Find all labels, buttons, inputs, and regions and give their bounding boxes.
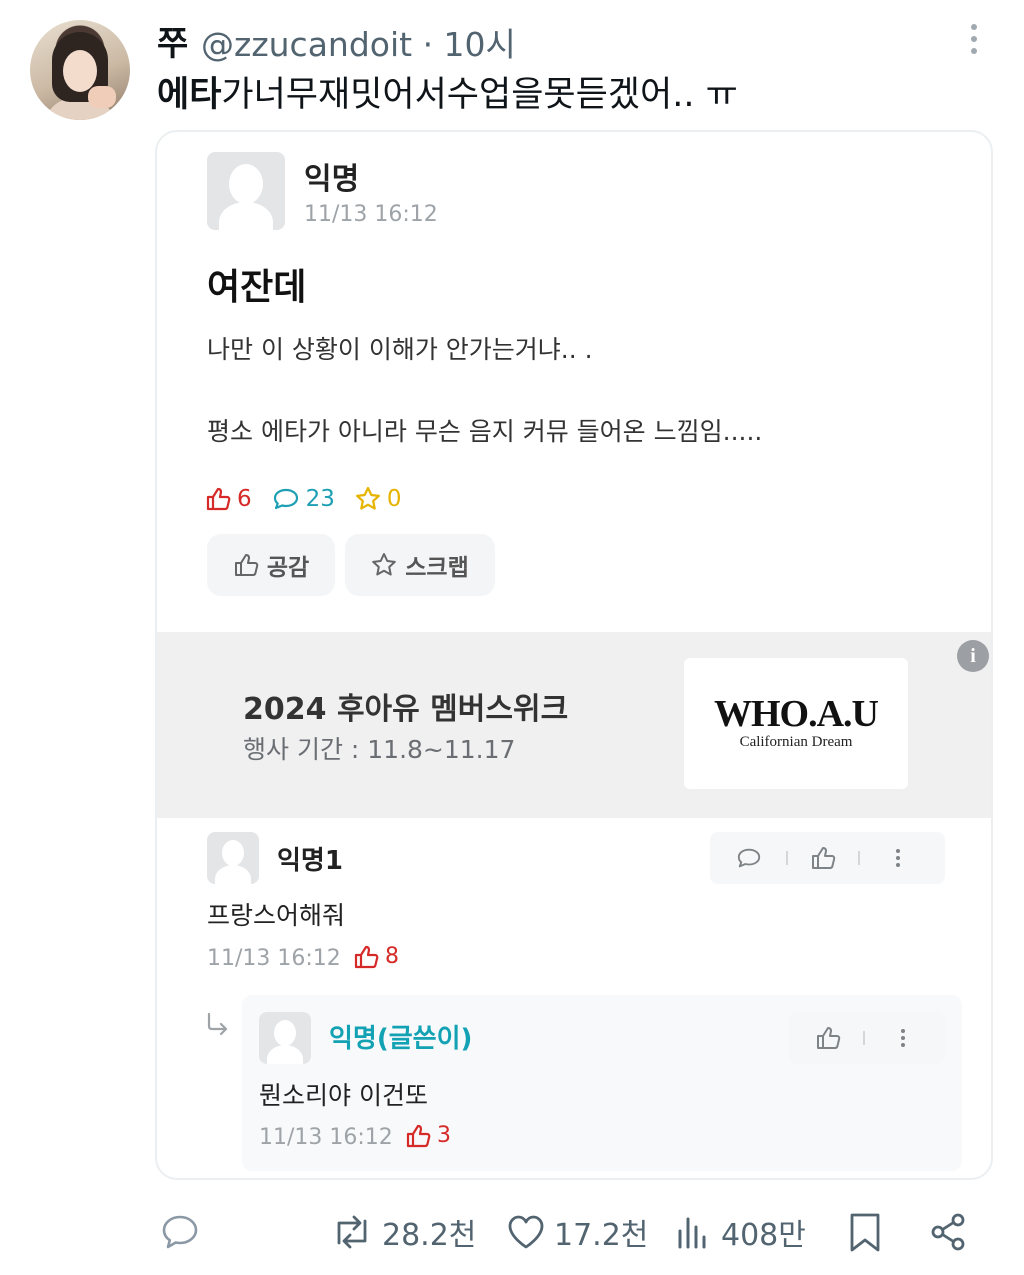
comment-avatar <box>207 832 259 884</box>
star-icon <box>372 553 397 576</box>
post-time: 11/13 16:12 <box>304 202 438 227</box>
reply-body: 뭔소리야 이건또 <box>259 1081 428 1110</box>
bookmark-icon <box>850 1213 880 1252</box>
thumbs-up-icon <box>234 554 259 576</box>
ad-logo-main: WHO.A.U <box>714 693 879 735</box>
handle-and-time[interactable]: @zzucandoit · 10시 <box>201 18 516 66</box>
like-reply-icon[interactable] <box>815 1026 841 1050</box>
heart-icon <box>508 1215 544 1249</box>
reply-time: 11/13 16:12 <box>259 1125 393 1150</box>
ad-banner[interactable]: 2024 후아유 멤버스위크 행사 기간 : 11.8~11.17 WHO.A.… <box>157 632 991 818</box>
more-options-icon[interactable] <box>962 24 986 60</box>
like-action[interactable]: 17.2천 <box>506 1205 648 1259</box>
like-button[interactable]: 공감 <box>207 534 335 596</box>
post-stats: 6 23 0 <box>205 484 422 514</box>
ad-logo: WHO.A.U Californian Dream <box>684 658 908 789</box>
reply-arrow-icon <box>207 1012 228 1036</box>
display-name[interactable]: 쭈 <box>157 16 188 65</box>
tweet-text: 에타가너무재밋어서수업을못듣겠어.. ㅠ <box>157 66 738 117</box>
reply-avatar <box>259 1012 311 1064</box>
reply-more-icon[interactable] <box>901 1026 905 1050</box>
comment-actions <box>710 832 945 884</box>
profile-avatar[interactable] <box>30 20 130 120</box>
like-count: 17.2천 <box>554 1218 649 1253</box>
tweet-text-rest: 가너무재밋어서수업을못듣겠어.. ㅠ <box>221 75 738 115</box>
like-comment-icon[interactable] <box>810 846 836 870</box>
post-body-line-2: 평소 에타가 아니라 무슨 음지 커뮤 들어온 느낌임..... <box>207 417 763 446</box>
ad-logo-sub: Californian Dream <box>739 734 853 750</box>
post-body-line-1: 나만 이 상황이 이해가 안가는거냐.. . <box>207 335 593 364</box>
ad-info-icon[interactable]: i <box>957 640 989 672</box>
views-chart-icon <box>678 1217 706 1249</box>
post-like-count: 6 <box>205 486 252 512</box>
comment-like-count: 8 <box>353 944 399 969</box>
ad-title: 2024 후아유 멤버스위크 <box>243 692 569 727</box>
post-author: 익명 <box>304 162 360 197</box>
comment-more-icon[interactable] <box>896 846 900 870</box>
ad-period: 행사 기간 : 11.8~11.17 <box>243 735 516 764</box>
reply-comment-icon[interactable] <box>736 846 762 870</box>
thumbs-up-icon <box>354 945 379 968</box>
comment-body: 프랑스어해줘 <box>207 901 346 930</box>
tweet-text-bold: 에타 <box>157 75 222 115</box>
reply-like-count: 3 <box>405 1123 451 1148</box>
star-icon <box>356 486 380 510</box>
retweet-count: 28.2천 <box>382 1218 477 1253</box>
views-count: 408만 <box>721 1218 806 1253</box>
thumbs-up-icon <box>406 1124 431 1147</box>
scrap-button[interactable]: 스크랩 <box>345 534 495 596</box>
post-scrap-count: 0 <box>355 486 402 512</box>
embedded-post-image[interactable]: 익명 11/13 16:12 여잔데 나만 이 상황이 이해가 안가는거냐.. … <box>155 130 993 1180</box>
views-action[interactable]: 408만 <box>675 1205 806 1259</box>
retweet-action[interactable]: 28.2천 <box>330 1205 476 1259</box>
bookmark-action[interactable] <box>846 1205 892 1259</box>
comment-time: 11/13 16:12 <box>207 946 341 971</box>
reply-action[interactable] <box>160 1205 208 1259</box>
reply-icon <box>162 1215 198 1249</box>
post-title: 여잔데 <box>207 267 307 308</box>
retweet-icon <box>337 1215 367 1249</box>
thumbs-up-icon <box>206 487 231 511</box>
share-icon <box>931 1213 965 1251</box>
reply-actions <box>789 1012 945 1064</box>
comment-author: 익명1 <box>277 846 343 876</box>
reply-author: 익명(글쓴이) <box>329 1024 473 1054</box>
share-action[interactable] <box>928 1205 976 1259</box>
post-author-avatar <box>207 152 285 230</box>
post-comment-count: 23 <box>272 486 335 512</box>
comment-bubble-icon <box>273 488 298 510</box>
